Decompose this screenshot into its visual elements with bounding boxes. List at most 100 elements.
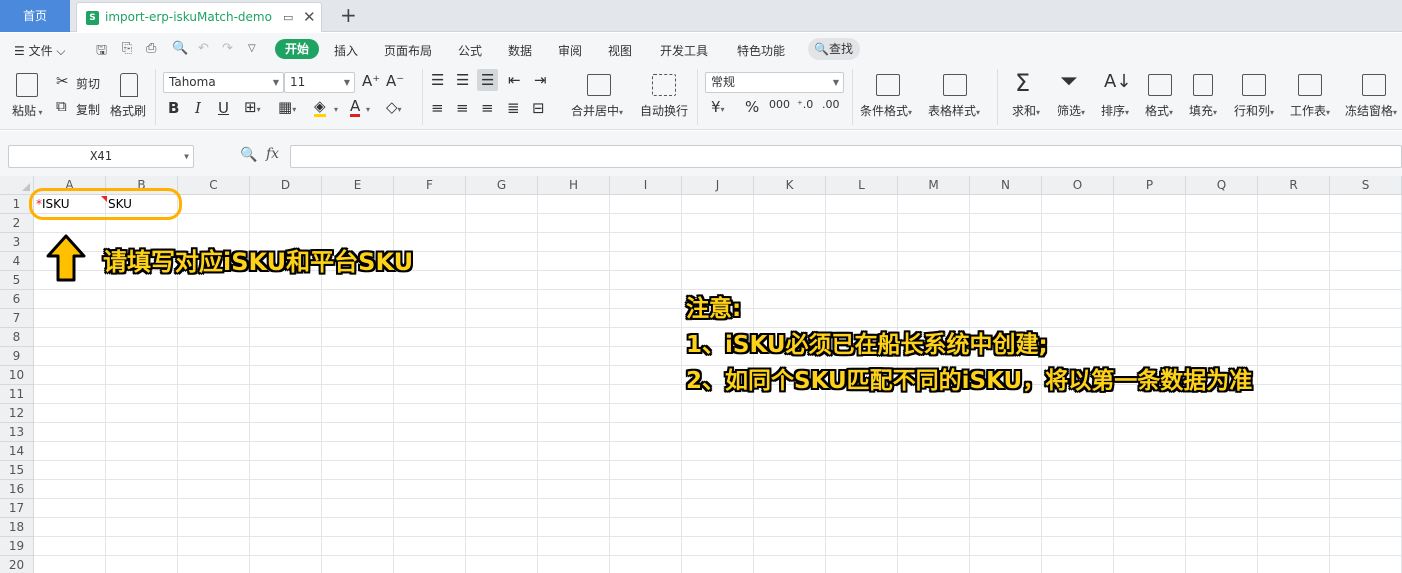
redo-icon[interactable]: ↷ — [222, 41, 233, 56]
paste-button[interactable]: 粘贴 ▾ — [12, 102, 43, 119]
format-button[interactable]: 格式▾ — [1145, 102, 1173, 119]
worksheet-button[interactable]: 工作表▾ — [1290, 102, 1330, 119]
search-button[interactable]: 🔍查找 — [808, 38, 860, 60]
borders-icon[interactable]: ⊞▾ — [244, 98, 261, 116]
column-header-k[interactable]: K — [754, 176, 826, 195]
tab-formulas[interactable]: 公式 — [458, 42, 482, 59]
new-tab-button[interactable]: + — [340, 3, 357, 27]
name-box[interactable]: X41 ▼ — [8, 145, 194, 168]
percent-icon[interactable]: % — [745, 98, 759, 116]
sum-icon[interactable]: Σ — [1015, 69, 1030, 97]
align-bottom-icon[interactable]: ☰ — [477, 69, 499, 91]
column-header-l[interactable]: L — [826, 176, 898, 195]
row-header-8[interactable]: 8 — [0, 328, 34, 347]
undo-icon[interactable]: ↶ — [198, 41, 209, 56]
row-header-17[interactable]: 17 — [0, 499, 34, 518]
tab-document[interactable]: S import-erp-iskuMatch-demo ▭ ✕ — [76, 2, 322, 32]
increase-font-icon[interactable]: A⁺ — [362, 72, 380, 90]
cut-button[interactable]: 剪切 — [76, 75, 100, 92]
justify-icon[interactable]: ≣ — [507, 99, 520, 117]
column-header-q[interactable]: Q — [1186, 176, 1258, 195]
tab-insert[interactable]: 插入 — [334, 42, 358, 59]
align-middle-icon[interactable]: ☰ — [456, 71, 469, 89]
column-header-p[interactable]: P — [1114, 176, 1186, 195]
filter-button[interactable]: 筛选▾ — [1057, 102, 1085, 119]
number-format-select[interactable]: 常规 ▼ — [705, 72, 844, 93]
tab-home[interactable]: 首页 — [0, 0, 70, 32]
export-icon[interactable]: ⎘ — [122, 41, 132, 56]
row-header-12[interactable]: 12 — [0, 404, 34, 423]
column-header-r[interactable]: R — [1258, 176, 1330, 195]
row-col-button[interactable]: 行和列▾ — [1234, 102, 1274, 119]
column-header-f[interactable]: F — [394, 176, 466, 195]
file-menu[interactable]: ☰ 文件 ⌵ — [14, 42, 66, 59]
row-header-7[interactable]: 7 — [0, 309, 34, 328]
merge-center-icon[interactable] — [587, 74, 611, 96]
align-right-icon[interactable]: ≡ — [481, 99, 494, 117]
font-name-select[interactable]: Tahoma ▼ — [163, 72, 284, 93]
conditional-format-icon[interactable] — [876, 74, 900, 96]
font-size-select[interactable]: 11 ▼ — [284, 72, 355, 93]
row-header-15[interactable]: 15 — [0, 461, 34, 480]
freeze-panes-button[interactable]: 冻结窗格▾ — [1345, 102, 1397, 119]
format-icon[interactable] — [1148, 74, 1172, 96]
fill-color-icon[interactable]: ◈ — [314, 98, 326, 117]
clear-format-icon[interactable]: ◇▾ — [386, 98, 402, 116]
currency-icon[interactable]: ¥▾ — [711, 98, 725, 116]
column-header-o[interactable]: O — [1042, 176, 1114, 195]
format-painter-icon[interactable] — [120, 73, 138, 97]
font-color-icon[interactable]: A — [350, 98, 361, 117]
customize-dropdown-icon[interactable]: ▽ — [248, 43, 256, 54]
sort-button[interactable]: 排序▾ — [1101, 102, 1129, 119]
row-col-icon[interactable] — [1242, 74, 1266, 96]
tab-start[interactable]: 开始 — [275, 39, 319, 59]
row-header-18[interactable]: 18 — [0, 518, 34, 537]
wrap-text-icon[interactable] — [652, 74, 676, 96]
align-top-icon[interactable]: ☰ — [431, 71, 444, 89]
tab-page-layout[interactable]: 页面布局 — [384, 42, 432, 59]
print-icon[interactable]: ⎙ — [146, 41, 156, 56]
row-header-2[interactable]: 2 — [0, 214, 34, 233]
worksheet-icon[interactable] — [1298, 74, 1322, 96]
decrease-indent-icon[interactable]: ⇤ — [508, 71, 521, 89]
increase-decimal-icon[interactable]: ⁺.0 — [797, 98, 813, 111]
row-header-4[interactable]: 4 — [0, 252, 34, 271]
copy-button[interactable]: 复制 — [76, 101, 100, 118]
row-header-16[interactable]: 16 — [0, 480, 34, 499]
bold-icon[interactable]: B — [168, 99, 179, 117]
window-icon[interactable]: ▭ — [283, 11, 295, 24]
wrap-text-button[interactable]: 自动换行 — [640, 102, 688, 119]
table-style-icon[interactable] — [943, 74, 967, 96]
filter-icon[interactable]: ⏷ — [1060, 69, 1078, 94]
column-header-g[interactable]: G — [466, 176, 538, 195]
function-icon[interactable]: fx — [266, 146, 279, 162]
save-icon[interactable]: 🖫 — [96, 41, 107, 63]
distributed-align-icon[interactable]: ⊟ — [532, 99, 545, 117]
row-header-9[interactable]: 9 — [0, 347, 34, 366]
conditional-format-button[interactable]: 条件格式▾ — [860, 102, 912, 119]
row-header-3[interactable]: 3 — [0, 233, 34, 252]
underline-icon[interactable]: U — [218, 99, 229, 117]
column-header-c[interactable]: C — [178, 176, 250, 195]
sum-button[interactable]: 求和▾ — [1012, 102, 1040, 119]
print-preview-icon[interactable]: 🔍 — [172, 41, 188, 56]
merge-center-button[interactable]: 合并居中▾ — [571, 102, 623, 119]
column-header-m[interactable]: M — [898, 176, 970, 195]
formula-input[interactable] — [290, 145, 1402, 168]
fill-button[interactable]: 填充▾ — [1189, 102, 1217, 119]
column-header-j[interactable]: J — [682, 176, 754, 195]
column-header-h[interactable]: H — [538, 176, 610, 195]
tab-special-features[interactable]: 特色功能 — [737, 42, 785, 59]
table-style-button[interactable]: 表格样式▾ — [928, 102, 980, 119]
align-left-icon[interactable]: ≡ — [431, 99, 444, 117]
column-header-i[interactable]: I — [610, 176, 682, 195]
column-header-d[interactable]: D — [250, 176, 322, 195]
column-header-n[interactable]: N — [970, 176, 1042, 195]
row-header-13[interactable]: 13 — [0, 423, 34, 442]
tab-review[interactable]: 审阅 — [558, 42, 582, 59]
freeze-panes-icon[interactable] — [1362, 74, 1386, 96]
row-header-19[interactable]: 19 — [0, 537, 34, 556]
sheet-grid[interactable]: ABCDEFGHIJKLMNOPQRS 1 2 3 4 5 6 7 8 9 10 11 12 13 14 1… — [0, 176, 1402, 573]
cell-style-icon[interactable]: ▦▾ — [278, 98, 296, 116]
tab-developer[interactable]: 开发工具 — [660, 42, 708, 59]
